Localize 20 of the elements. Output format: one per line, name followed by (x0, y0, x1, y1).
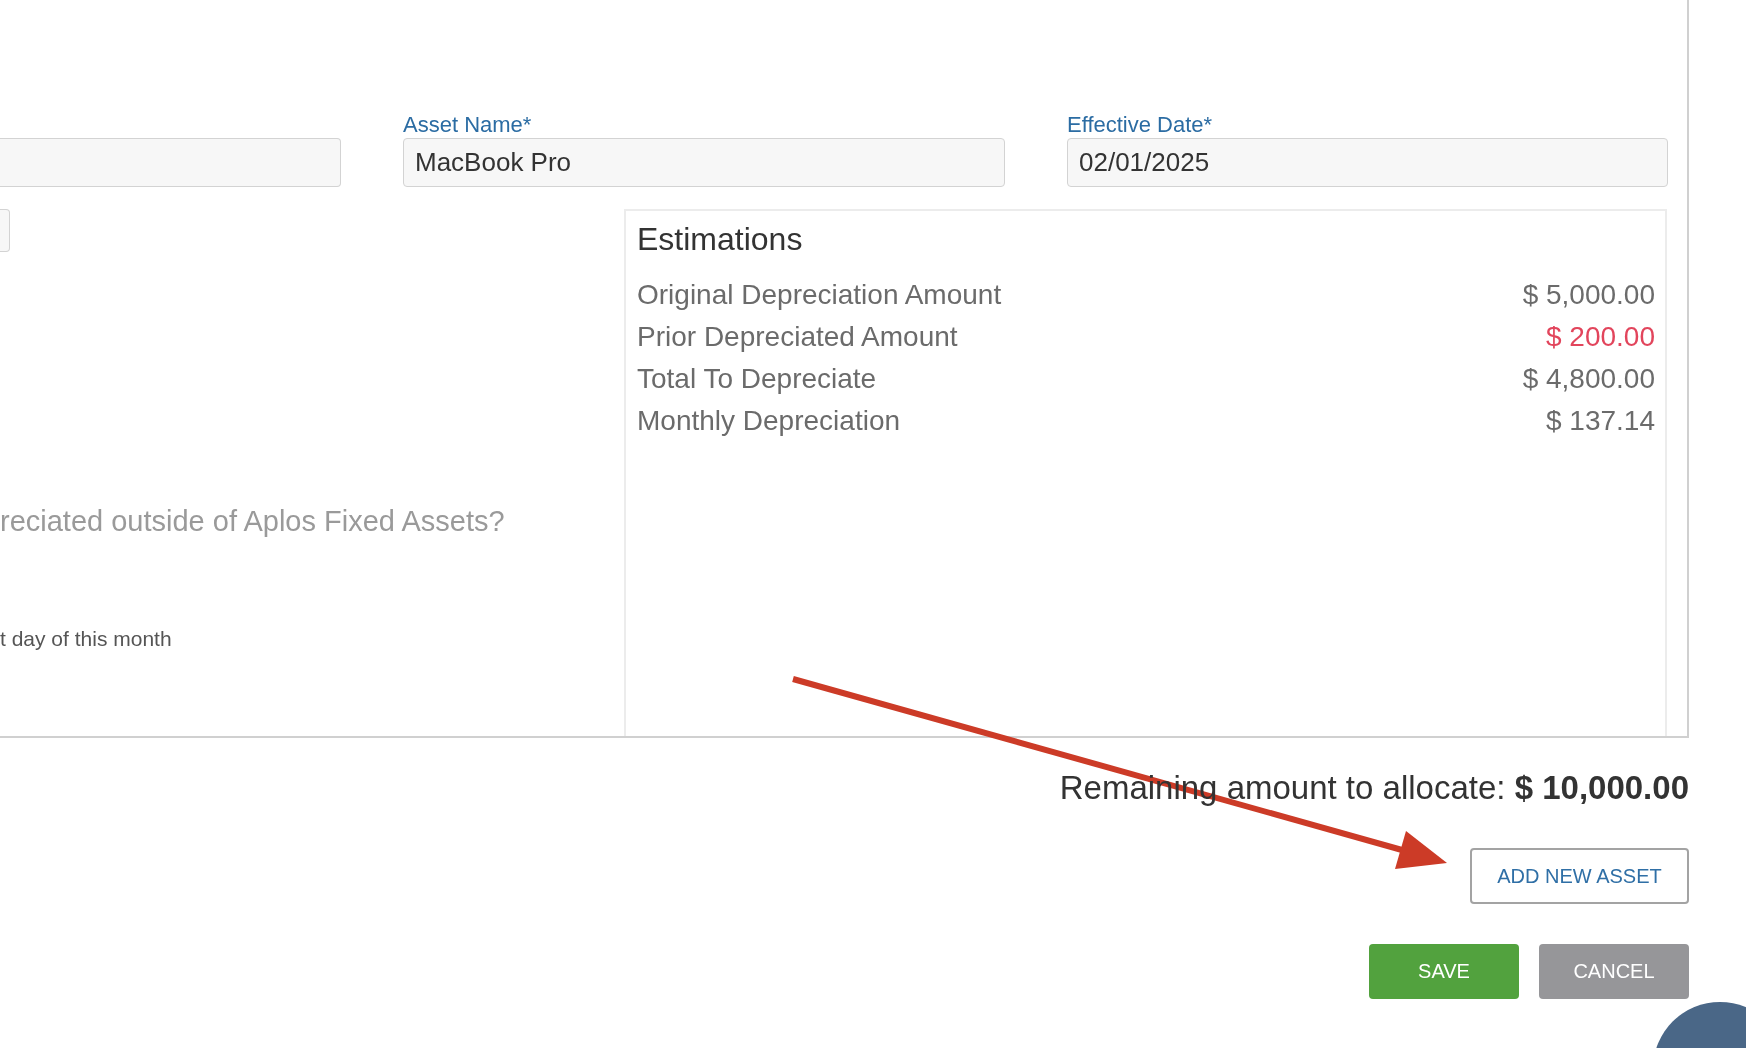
estimate-label: Monthly Depreciation (637, 404, 901, 438)
input-field[interactable] (0, 138, 341, 187)
cancel-button[interactable]: CANCEL (1539, 944, 1689, 999)
estimate-label: Prior Depreciated Amount (637, 320, 958, 354)
estimate-value: $ 5,000.00 (1522, 278, 1655, 312)
field-label: Effective Date* (1067, 112, 1213, 138)
panel-title: Estimations (637, 220, 803, 259)
question-text: reciated outside of Aplos Fixed Assets? (0, 504, 505, 539)
estimate-label: Original Depreciation Amount (637, 278, 1002, 312)
estimate-value: $ 4,800.00 (1522, 362, 1655, 396)
helper-text: t day of this month (0, 626, 172, 652)
input-field[interactable]: 02/01/2025 (1067, 138, 1668, 187)
input-field[interactable] (0, 209, 10, 252)
input-field[interactable]: MacBook Pro (403, 138, 1005, 187)
field-label: Asset Name* (403, 112, 532, 138)
estimate-value: $ 137.14 (1546, 404, 1655, 438)
estimate-value: $ 200.00 (1546, 320, 1655, 354)
estimate-label: Total To Depreciate (637, 362, 877, 396)
save-button[interactable]: SAVE (1369, 944, 1519, 999)
add-new-asset-button[interactable]: ADD NEW ASSET (1470, 848, 1689, 904)
